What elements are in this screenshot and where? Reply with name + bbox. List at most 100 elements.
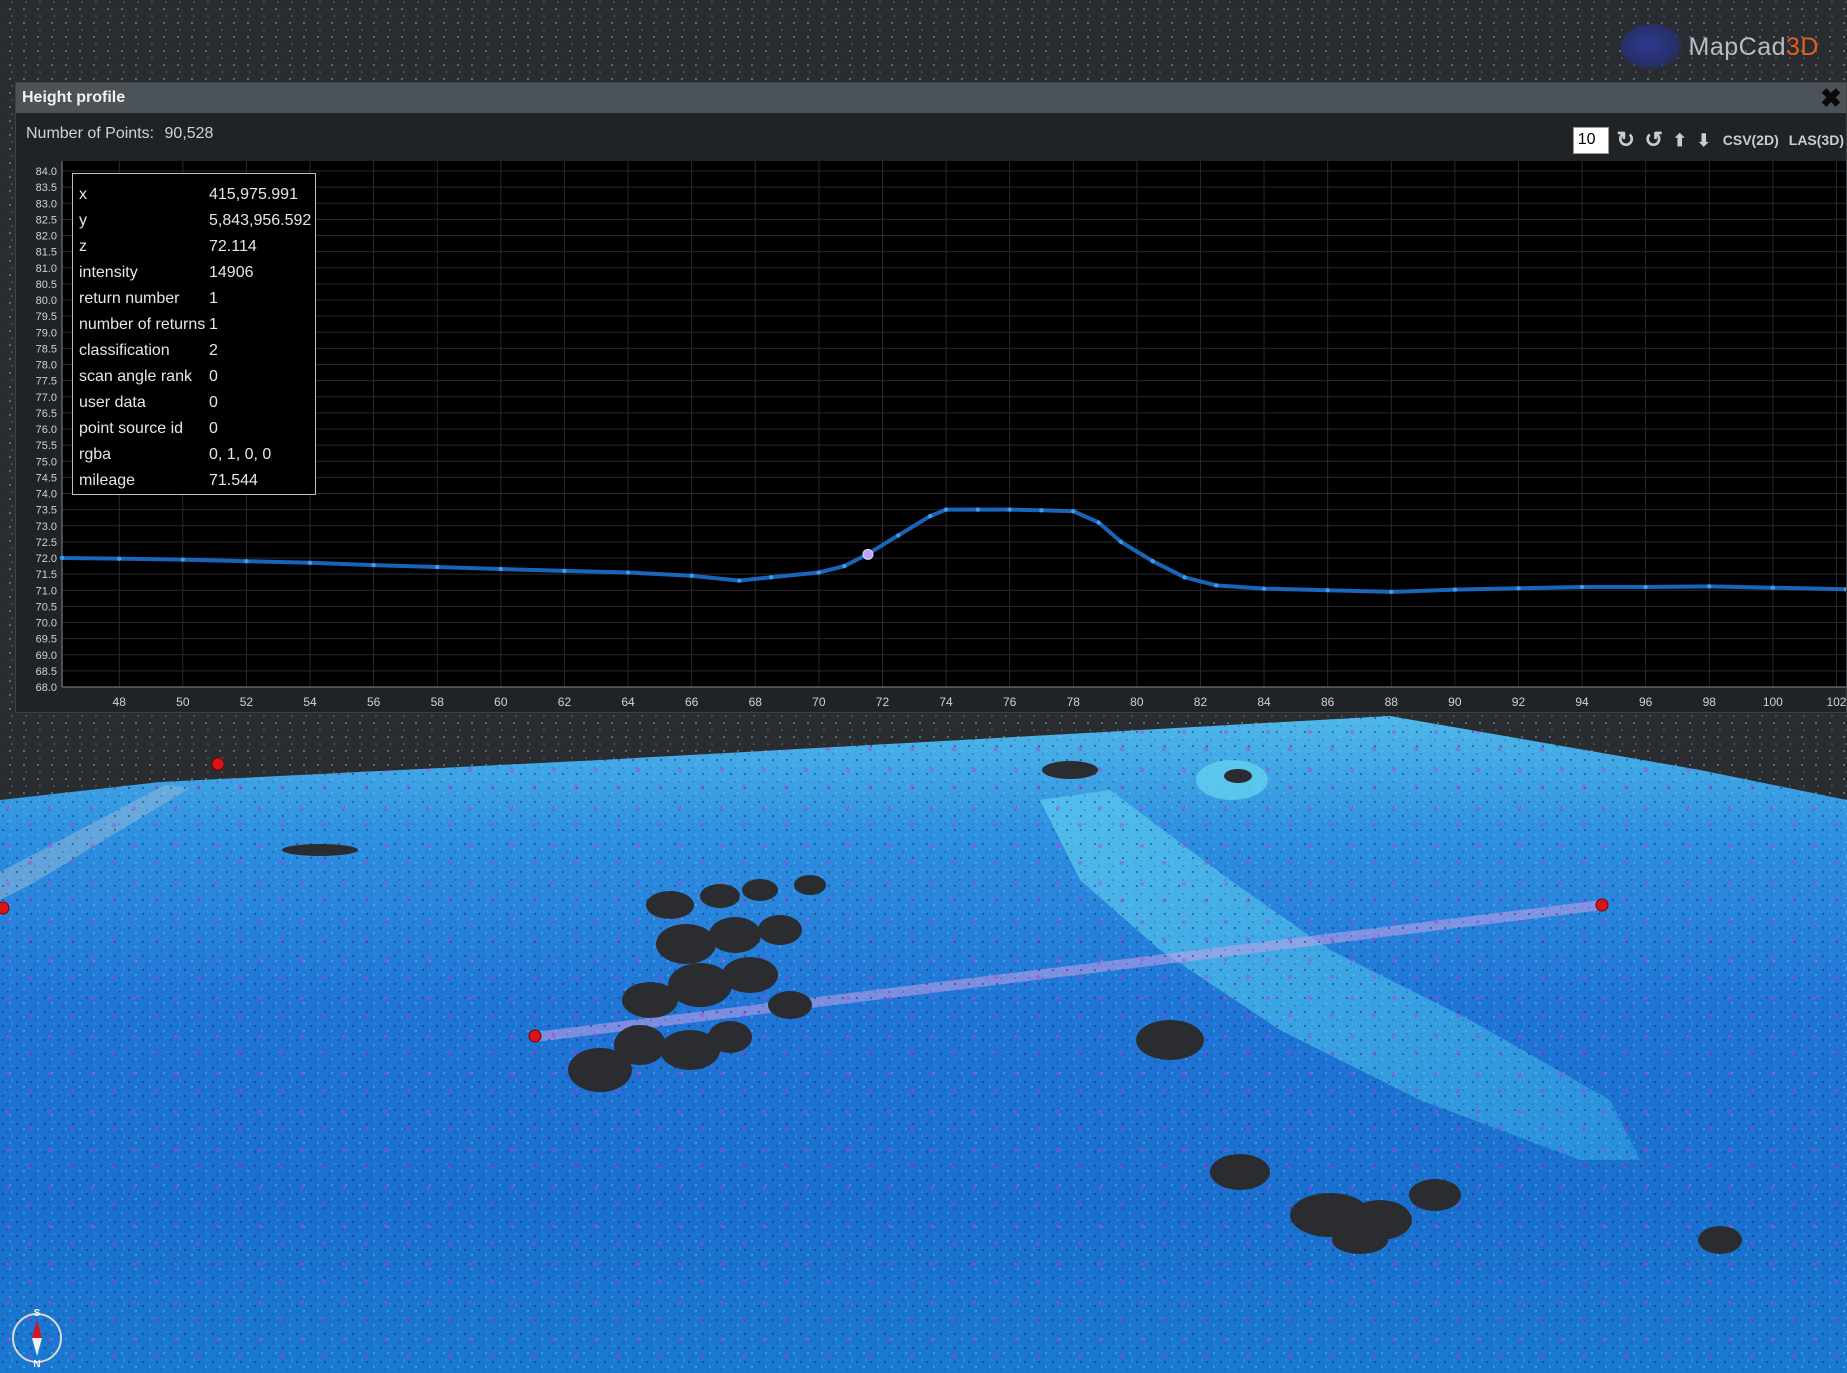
profile-point <box>307 560 313 566</box>
info-value: 1 <box>209 290 218 307</box>
x-tick-label: 88 <box>1385 695 1399 709</box>
profile-point <box>1643 584 1648 590</box>
info-key: y <box>79 212 87 229</box>
y-tick-label: 77.0 <box>36 392 57 404</box>
marker-4 <box>1595 898 1609 912</box>
info-key: number of returns <box>79 316 206 333</box>
x-tick-label: 50 <box>176 695 190 709</box>
compass-needle-north <box>32 1338 42 1356</box>
x-tick-label: 74 <box>939 695 953 709</box>
panel-title: Height profile <box>22 89 126 106</box>
profile-point <box>689 573 694 578</box>
y-tick-label: 83.5 <box>36 182 57 194</box>
profile-point <box>1150 559 1155 564</box>
x-tick-label: 84 <box>1257 695 1271 709</box>
info-key: z <box>79 238 87 255</box>
compass-icon[interactable]: S N <box>8 1306 66 1370</box>
step-input[interactable] <box>1572 126 1609 154</box>
panel-titlebar[interactable]: Height profile ✖ <box>16 83 1846 113</box>
profile-point <box>842 563 847 569</box>
rotate-cw-icon[interactable]: ↻ <box>1615 129 1637 151</box>
profile-point <box>768 575 774 580</box>
info-row: rgba 0, 1, 0, 0 <box>79 442 315 468</box>
marker-1 <box>211 757 225 771</box>
info-value: 0 <box>209 394 218 411</box>
close-icon[interactable]: ✖ <box>1818 85 1844 111</box>
info-value: 5,843,956.592 <box>209 212 312 229</box>
profile-point <box>1452 587 1458 592</box>
marker-2 <box>0 901 10 915</box>
info-key: mileage <box>79 472 136 489</box>
y-tick-label: 73.5 <box>36 505 57 517</box>
info-value: 0, 1, 0, 0 <box>209 446 272 463</box>
y-tick-label: 72.0 <box>36 553 57 565</box>
profile-point <box>1096 520 1101 525</box>
profile-point <box>1770 585 1776 590</box>
x-tick-label: 94 <box>1575 695 1589 709</box>
profile-point <box>180 557 186 562</box>
y-tick-label: 71.0 <box>36 585 57 597</box>
x-tick-label: 92 <box>1512 695 1526 709</box>
profile-point <box>975 507 981 512</box>
y-tick-label: 77.5 <box>36 376 57 388</box>
y-tick-label: 75.5 <box>36 440 57 452</box>
profile-point <box>943 507 949 512</box>
arrow-down-icon[interactable]: ⬇ <box>1695 132 1713 149</box>
x-tick-label: 102 <box>1826 695 1846 709</box>
profile-point <box>1325 588 1330 593</box>
x-tick-label: 70 <box>812 695 826 709</box>
info-key: x <box>79 186 87 203</box>
info-row: user data 0 <box>79 390 315 416</box>
profile-point <box>1182 575 1187 580</box>
y-tick-label: 72.5 <box>36 537 57 549</box>
x-tick-label: 56 <box>367 695 381 709</box>
y-tick-label: 75.0 <box>36 456 57 468</box>
y-tick-label: 83.0 <box>36 198 57 210</box>
info-key: classification <box>79 342 170 359</box>
profile-point <box>435 564 440 570</box>
info-row: scan angle rank 0 <box>79 364 315 390</box>
x-tick-label: 52 <box>240 695 254 709</box>
y-tick-label: 69.5 <box>36 634 57 646</box>
y-tick-label: 82.0 <box>36 231 57 243</box>
profile-point <box>562 568 567 574</box>
info-row: mileage 71.544 <box>79 468 315 494</box>
compass-label-s: S <box>34 1308 41 1319</box>
marker-3 <box>528 1029 542 1043</box>
x-tick-label: 58 <box>431 695 445 709</box>
csv-export-button[interactable]: CSV(2D) <box>1723 132 1779 148</box>
logo-accent-text: 3D <box>1786 32 1819 61</box>
profile-point <box>896 533 901 538</box>
x-tick-label: 72 <box>876 695 890 709</box>
info-key: scan angle rank <box>79 368 192 385</box>
y-tick-label: 68.5 <box>36 666 57 678</box>
info-row: z 72.114 <box>79 234 315 260</box>
y-tick-label: 76.5 <box>36 408 57 420</box>
info-value: 0 <box>209 420 218 437</box>
info-value: 415,975.991 <box>209 186 298 203</box>
info-value: 14906 <box>209 264 254 281</box>
x-tick-label: 96 <box>1639 695 1653 709</box>
info-value: 71.544 <box>209 472 258 489</box>
logo-main-text: MapCad <box>1688 32 1787 61</box>
y-tick-label: 70.0 <box>36 618 57 630</box>
x-tick-label: 48 <box>113 695 127 709</box>
info-key: rgba <box>79 446 112 463</box>
x-tick-label: 54 <box>303 695 317 709</box>
info-row: return number 1 <box>79 286 315 312</box>
info-value: 0 <box>209 368 218 385</box>
las-export-button[interactable]: LAS(3D) <box>1789 132 1844 148</box>
app-logo: MapCad3D <box>1620 22 1819 72</box>
compass-needle-south <box>32 1320 42 1338</box>
profile-point <box>1707 584 1712 589</box>
info-row: x 415,975.991 <box>79 182 315 208</box>
logo-mark <box>1620 24 1683 70</box>
rotate-ccw-icon[interactable]: ↺ <box>1643 129 1665 151</box>
arrow-up-icon[interactable]: ⬆ <box>1671 132 1689 149</box>
profile-point <box>1118 539 1124 545</box>
info-row: number of returns 1 <box>79 312 315 338</box>
compass-label-n: N <box>33 1359 40 1368</box>
profile-point <box>737 578 742 583</box>
y-tick-label: 73.0 <box>36 521 57 533</box>
profile-point <box>816 570 822 575</box>
